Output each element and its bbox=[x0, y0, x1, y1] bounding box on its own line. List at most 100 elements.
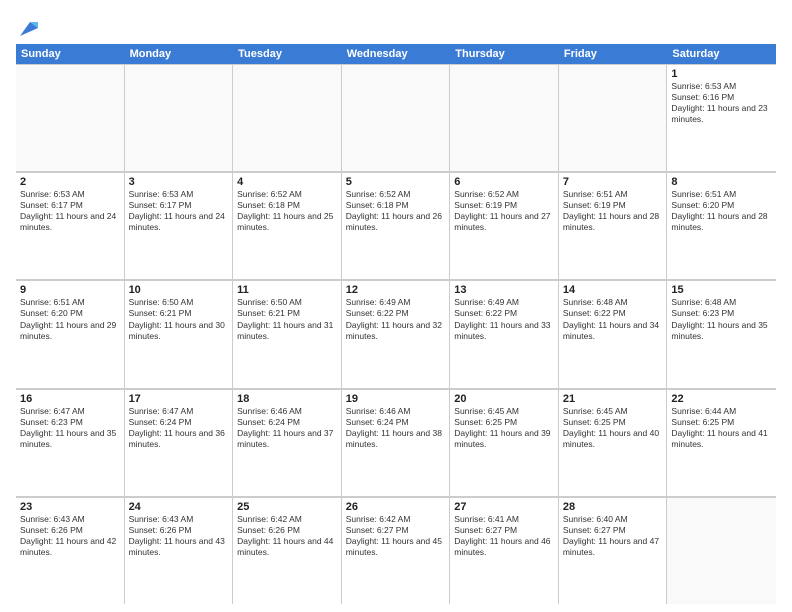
calendar-cell: 28Sunrise: 6:40 AM Sunset: 6:27 PM Dayli… bbox=[559, 497, 668, 604]
day-info: Sunrise: 6:53 AM Sunset: 6:17 PM Dayligh… bbox=[20, 189, 120, 233]
calendar-cell: 20Sunrise: 6:45 AM Sunset: 6:25 PM Dayli… bbox=[450, 389, 559, 496]
header-day-saturday: Saturday bbox=[667, 44, 776, 64]
calendar-cell: 15Sunrise: 6:48 AM Sunset: 6:23 PM Dayli… bbox=[667, 280, 776, 387]
calendar-cell: 13Sunrise: 6:49 AM Sunset: 6:22 PM Dayli… bbox=[450, 280, 559, 387]
day-info: Sunrise: 6:46 AM Sunset: 6:24 PM Dayligh… bbox=[237, 406, 337, 450]
calendar-row-4: 16Sunrise: 6:47 AM Sunset: 6:23 PM Dayli… bbox=[16, 389, 776, 497]
day-number: 2 bbox=[20, 176, 120, 188]
calendar-cell: 1Sunrise: 6:53 AM Sunset: 6:16 PM Daylig… bbox=[667, 64, 776, 171]
calendar-header: SundayMondayTuesdayWednesdayThursdayFrid… bbox=[16, 44, 776, 64]
calendar-row-3: 9Sunrise: 6:51 AM Sunset: 6:20 PM Daylig… bbox=[16, 280, 776, 388]
day-number: 18 bbox=[237, 393, 337, 405]
header-day-wednesday: Wednesday bbox=[342, 44, 451, 64]
day-number: 17 bbox=[129, 393, 229, 405]
day-info: Sunrise: 6:42 AM Sunset: 6:27 PM Dayligh… bbox=[346, 514, 446, 558]
calendar-cell bbox=[450, 64, 559, 171]
day-number: 4 bbox=[237, 176, 337, 188]
day-info: Sunrise: 6:53 AM Sunset: 6:16 PM Dayligh… bbox=[671, 81, 772, 125]
day-info: Sunrise: 6:49 AM Sunset: 6:22 PM Dayligh… bbox=[454, 297, 554, 341]
day-number: 24 bbox=[129, 501, 229, 513]
day-number: 26 bbox=[346, 501, 446, 513]
day-info: Sunrise: 6:45 AM Sunset: 6:25 PM Dayligh… bbox=[454, 406, 554, 450]
day-number: 19 bbox=[346, 393, 446, 405]
day-info: Sunrise: 6:51 AM Sunset: 6:19 PM Dayligh… bbox=[563, 189, 663, 233]
calendar-cell bbox=[16, 64, 125, 171]
calendar-cell: 4Sunrise: 6:52 AM Sunset: 6:18 PM Daylig… bbox=[233, 172, 342, 279]
calendar-cell: 9Sunrise: 6:51 AM Sunset: 6:20 PM Daylig… bbox=[16, 280, 125, 387]
calendar-cell: 18Sunrise: 6:46 AM Sunset: 6:24 PM Dayli… bbox=[233, 389, 342, 496]
day-info: Sunrise: 6:49 AM Sunset: 6:22 PM Dayligh… bbox=[346, 297, 446, 341]
header bbox=[16, 16, 776, 38]
calendar-cell: 14Sunrise: 6:48 AM Sunset: 6:22 PM Dayli… bbox=[559, 280, 668, 387]
day-number: 10 bbox=[129, 284, 229, 296]
day-number: 6 bbox=[454, 176, 554, 188]
day-number: 9 bbox=[20, 284, 120, 296]
calendar-cell bbox=[233, 64, 342, 171]
day-number: 28 bbox=[563, 501, 663, 513]
day-info: Sunrise: 6:44 AM Sunset: 6:25 PM Dayligh… bbox=[671, 406, 772, 450]
calendar-row-1: 1Sunrise: 6:53 AM Sunset: 6:16 PM Daylig… bbox=[16, 64, 776, 172]
calendar-cell: 8Sunrise: 6:51 AM Sunset: 6:20 PM Daylig… bbox=[667, 172, 776, 279]
day-info: Sunrise: 6:43 AM Sunset: 6:26 PM Dayligh… bbox=[129, 514, 229, 558]
calendar-cell bbox=[667, 497, 776, 604]
calendar-cell: 22Sunrise: 6:44 AM Sunset: 6:25 PM Dayli… bbox=[667, 389, 776, 496]
day-number: 20 bbox=[454, 393, 554, 405]
logo-icon bbox=[16, 20, 38, 38]
calendar-cell: 11Sunrise: 6:50 AM Sunset: 6:21 PM Dayli… bbox=[233, 280, 342, 387]
header-day-sunday: Sunday bbox=[16, 44, 125, 64]
calendar-cell: 17Sunrise: 6:47 AM Sunset: 6:24 PM Dayli… bbox=[125, 389, 234, 496]
calendar-row-5: 23Sunrise: 6:43 AM Sunset: 6:26 PM Dayli… bbox=[16, 497, 776, 604]
day-info: Sunrise: 6:42 AM Sunset: 6:26 PM Dayligh… bbox=[237, 514, 337, 558]
day-number: 3 bbox=[129, 176, 229, 188]
calendar-row-2: 2Sunrise: 6:53 AM Sunset: 6:17 PM Daylig… bbox=[16, 172, 776, 280]
calendar-cell: 5Sunrise: 6:52 AM Sunset: 6:18 PM Daylig… bbox=[342, 172, 451, 279]
day-number: 13 bbox=[454, 284, 554, 296]
day-info: Sunrise: 6:52 AM Sunset: 6:18 PM Dayligh… bbox=[346, 189, 446, 233]
day-number: 27 bbox=[454, 501, 554, 513]
logo bbox=[16, 20, 38, 38]
day-number: 5 bbox=[346, 176, 446, 188]
day-number: 15 bbox=[671, 284, 772, 296]
day-info: Sunrise: 6:53 AM Sunset: 6:17 PM Dayligh… bbox=[129, 189, 229, 233]
day-info: Sunrise: 6:48 AM Sunset: 6:22 PM Dayligh… bbox=[563, 297, 663, 341]
calendar-cell: 23Sunrise: 6:43 AM Sunset: 6:26 PM Dayli… bbox=[16, 497, 125, 604]
calendar-cell: 10Sunrise: 6:50 AM Sunset: 6:21 PM Dayli… bbox=[125, 280, 234, 387]
calendar-cell bbox=[342, 64, 451, 171]
day-info: Sunrise: 6:47 AM Sunset: 6:24 PM Dayligh… bbox=[129, 406, 229, 450]
calendar-cell: 24Sunrise: 6:43 AM Sunset: 6:26 PM Dayli… bbox=[125, 497, 234, 604]
day-info: Sunrise: 6:41 AM Sunset: 6:27 PM Dayligh… bbox=[454, 514, 554, 558]
calendar-cell: 2Sunrise: 6:53 AM Sunset: 6:17 PM Daylig… bbox=[16, 172, 125, 279]
page: SundayMondayTuesdayWednesdayThursdayFrid… bbox=[0, 0, 792, 612]
header-day-monday: Monday bbox=[125, 44, 234, 64]
day-info: Sunrise: 6:47 AM Sunset: 6:23 PM Dayligh… bbox=[20, 406, 120, 450]
day-info: Sunrise: 6:45 AM Sunset: 6:25 PM Dayligh… bbox=[563, 406, 663, 450]
day-number: 8 bbox=[671, 176, 772, 188]
calendar-cell: 25Sunrise: 6:42 AM Sunset: 6:26 PM Dayli… bbox=[233, 497, 342, 604]
day-number: 21 bbox=[563, 393, 663, 405]
day-number: 25 bbox=[237, 501, 337, 513]
day-info: Sunrise: 6:48 AM Sunset: 6:23 PM Dayligh… bbox=[671, 297, 772, 341]
day-info: Sunrise: 6:50 AM Sunset: 6:21 PM Dayligh… bbox=[237, 297, 337, 341]
calendar-cell bbox=[559, 64, 668, 171]
day-number: 11 bbox=[237, 284, 337, 296]
header-day-tuesday: Tuesday bbox=[233, 44, 342, 64]
day-info: Sunrise: 6:50 AM Sunset: 6:21 PM Dayligh… bbox=[129, 297, 229, 341]
calendar-cell: 3Sunrise: 6:53 AM Sunset: 6:17 PM Daylig… bbox=[125, 172, 234, 279]
day-info: Sunrise: 6:46 AM Sunset: 6:24 PM Dayligh… bbox=[346, 406, 446, 450]
day-info: Sunrise: 6:52 AM Sunset: 6:19 PM Dayligh… bbox=[454, 189, 554, 233]
calendar-cell: 19Sunrise: 6:46 AM Sunset: 6:24 PM Dayli… bbox=[342, 389, 451, 496]
day-info: Sunrise: 6:40 AM Sunset: 6:27 PM Dayligh… bbox=[563, 514, 663, 558]
calendar-cell: 27Sunrise: 6:41 AM Sunset: 6:27 PM Dayli… bbox=[450, 497, 559, 604]
calendar-cell: 6Sunrise: 6:52 AM Sunset: 6:19 PM Daylig… bbox=[450, 172, 559, 279]
day-number: 1 bbox=[671, 68, 772, 80]
day-info: Sunrise: 6:52 AM Sunset: 6:18 PM Dayligh… bbox=[237, 189, 337, 233]
calendar-cell: 12Sunrise: 6:49 AM Sunset: 6:22 PM Dayli… bbox=[342, 280, 451, 387]
day-info: Sunrise: 6:43 AM Sunset: 6:26 PM Dayligh… bbox=[20, 514, 120, 558]
header-day-friday: Friday bbox=[559, 44, 668, 64]
calendar-cell: 26Sunrise: 6:42 AM Sunset: 6:27 PM Dayli… bbox=[342, 497, 451, 604]
calendar-cell: 7Sunrise: 6:51 AM Sunset: 6:19 PM Daylig… bbox=[559, 172, 668, 279]
day-number: 14 bbox=[563, 284, 663, 296]
calendar-cell: 16Sunrise: 6:47 AM Sunset: 6:23 PM Dayli… bbox=[16, 389, 125, 496]
day-info: Sunrise: 6:51 AM Sunset: 6:20 PM Dayligh… bbox=[20, 297, 120, 341]
calendar-cell bbox=[125, 64, 234, 171]
